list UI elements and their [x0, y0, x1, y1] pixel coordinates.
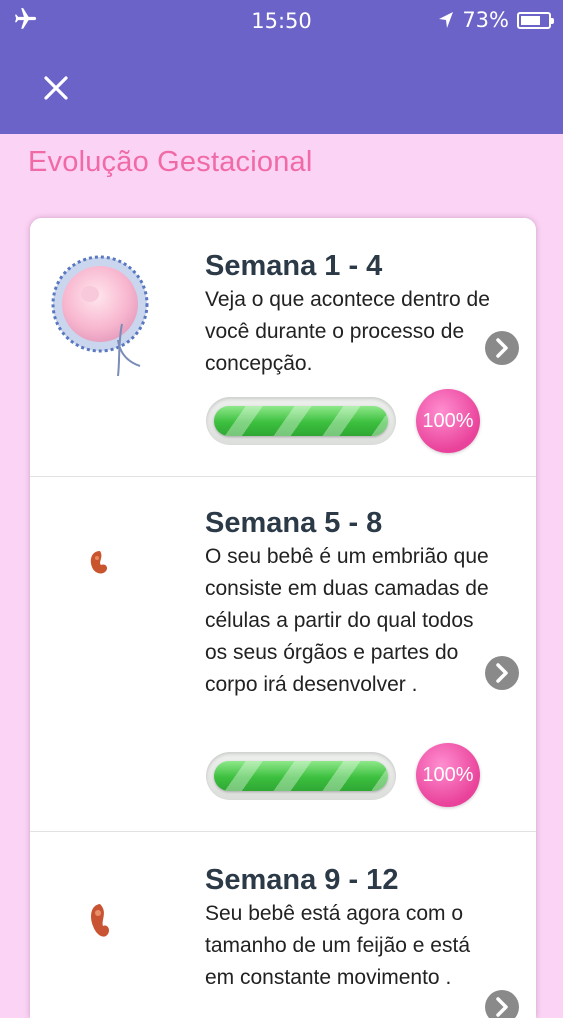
status-bar: 15:50 73%: [0, 0, 563, 44]
battery-fill: [521, 15, 540, 25]
battery-icon: [517, 11, 554, 29]
close-icon: [44, 76, 68, 100]
progress-percent-badge: 100%: [416, 743, 480, 807]
location-arrow-icon: [439, 12, 454, 28]
week-title: Semana 5 - 8: [205, 507, 383, 539]
week-title: Semana 1 - 4: [205, 250, 383, 282]
week-item-9-12[interactable]: Semana 9 - 12 Seu bebê está agora com o …: [30, 832, 536, 1018]
embryo-illustration: [90, 551, 108, 574]
week-description: Veja o que acontece dentro de você duran…: [205, 288, 490, 375]
egg-cell-illustration: [51, 255, 149, 377]
week-item-1-4[interactable]: Semana 1 - 4 Veja o que acontece dentro …: [30, 218, 536, 477]
status-right: 73%: [438, 8, 554, 32]
top-bar: 15:50 73%: [0, 0, 563, 134]
week-description: Seu bebê está agora com o tamanho de um …: [205, 902, 471, 989]
chevron-right-button[interactable]: [485, 331, 519, 365]
week-description: O seu bebê é um embrião que consiste em …: [205, 545, 489, 696]
chevron-right-button[interactable]: [485, 990, 519, 1018]
fetus-illustration: [91, 904, 110, 937]
progress-fill: [214, 406, 388, 436]
progress-fill: [214, 761, 388, 791]
week-item-5-8[interactable]: Semana 5 - 8 O seu bebê é um embrião que…: [30, 477, 536, 832]
week-title: Semana 9 - 12: [205, 864, 399, 896]
battery-percent: 73%: [462, 8, 509, 32]
progress-percent-badge: 100%: [416, 389, 480, 453]
weeks-list: Semana 1 - 4 Veja o que acontece dentro …: [30, 218, 536, 1018]
chevron-right-icon: [496, 338, 508, 358]
page-title: Evolução Gestacional: [28, 146, 313, 178]
chevron-right-button[interactable]: [485, 656, 519, 690]
close-button[interactable]: [38, 70, 74, 106]
chevron-right-icon: [496, 997, 508, 1017]
chevron-right-icon: [496, 663, 508, 683]
progress-bar: [206, 397, 396, 445]
progress-bar: [206, 752, 396, 800]
